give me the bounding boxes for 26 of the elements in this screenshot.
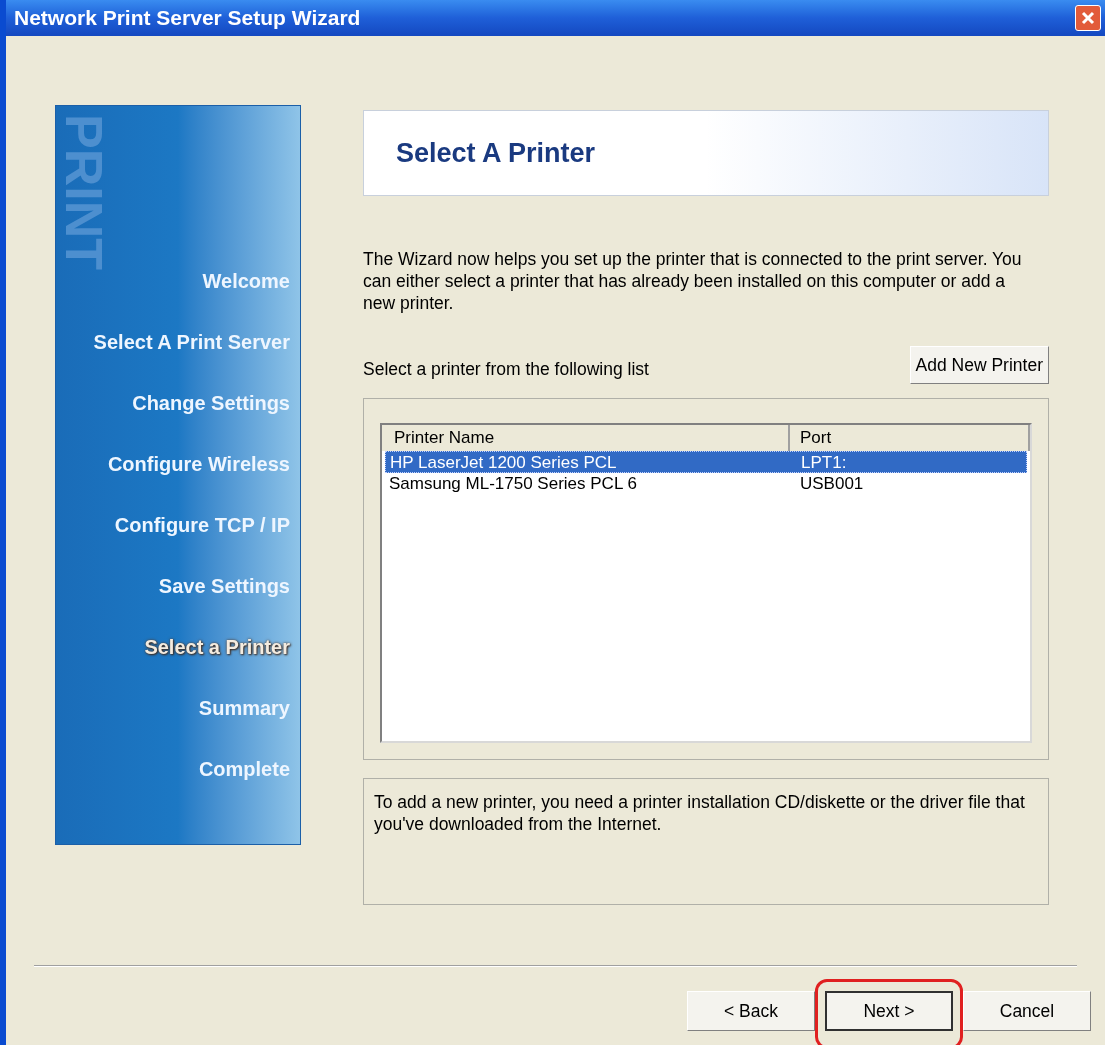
table-cell-text: HP LaserJet 1200 Series PCL — [389, 452, 618, 472]
printer-row[interactable]: HP LaserJet 1200 Series PCL LPT1: — [385, 451, 1027, 473]
sidebar-step: Configure Wireless — [107, 447, 290, 481]
sidebar-step: Select A Print Server — [93, 325, 290, 359]
printer-row[interactable]: Samsung ML-1750 Series PCL 6 USB001 — [385, 473, 1027, 495]
close-icon — [1081, 11, 1095, 25]
table-cell-text: LPT1: — [800, 452, 848, 472]
list-label: Select a printer from the following list — [363, 357, 649, 381]
wizard-button[interactable]: Next > — [825, 991, 953, 1031]
sidebar-step: Select a Printer — [144, 630, 290, 664]
close-button[interactable] — [1075, 5, 1101, 31]
sidebar-step: Save Settings — [158, 569, 290, 603]
sidebar-step: Welcome — [202, 264, 290, 298]
wizard-button[interactable]: < Back — [687, 991, 815, 1031]
sidebar-step: Complete — [198, 752, 290, 786]
wizard-button[interactable]: Cancel — [963, 991, 1091, 1031]
header-title: Select A Printer — [396, 136, 596, 170]
sidebar-step: Configure TCP / IP — [114, 508, 290, 542]
sidebar-step: Summary — [198, 691, 290, 725]
window-title: Network Print Server Setup Wizard — [14, 5, 361, 32]
intro-text: The Wizard now helps you set up the printer that is connected to the print server. You can either select a printer that has already been installed on this computer or add a new printer. — [363, 248, 1023, 314]
sidebar-step: Change Settings — [132, 386, 290, 420]
table-cell-text: Samsung ML-1750 Series PCL 6 — [388, 473, 638, 495]
add-new-printer-button[interactable]: Add New Printer — [909, 346, 1049, 384]
note-text: To add a new printer, you need a printer installation CD/diskette or the driver file that you've downloaded from the Internet. — [374, 791, 1026, 835]
table-cell-text: USB001 — [799, 473, 865, 495]
